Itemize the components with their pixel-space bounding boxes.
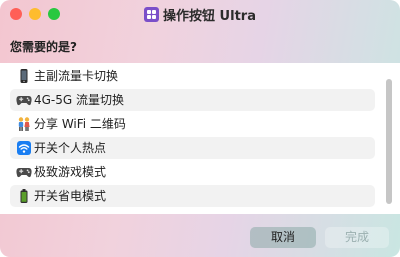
list-item-label: 极致游戏模式 — [34, 165, 107, 179]
gamepad-icon — [16, 96, 32, 106]
list-item-main-sub-card-switch[interactable]: 主副流量卡切换 — [10, 65, 375, 87]
window-title: 操作按钮 Ultra — [163, 9, 256, 24]
list-item-4g-5g-switch[interactable]: 4G-5G 流量切换 — [10, 89, 375, 111]
list-item-power-saving-toggle[interactable]: 开关省电模式 — [10, 185, 375, 207]
battery-icon — [20, 189, 28, 203]
people-icon — [18, 117, 30, 131]
done-button[interactable]: 完成 — [325, 227, 389, 248]
list-item-label: 开关个人热点 — [34, 141, 107, 155]
list-item-hotspot-toggle[interactable]: 开关个人热点 — [10, 137, 375, 159]
title-bar: 操作按钮 Ultra — [0, 0, 400, 28]
options-list[interactable]: 主副流量卡切换 4G-5G 流量切换 分享 WiFi 二维码 开关个人热点 极致… — [0, 63, 400, 214]
wifi-icon — [17, 141, 31, 155]
list-item-label: 开关省电模式 — [34, 189, 107, 203]
list-item-label: 分享 WiFi 二维码 — [34, 117, 126, 131]
cancel-button[interactable]: 取消 — [250, 227, 316, 248]
app-window: 操作按钮 Ultra 您需要的是? 主副流量卡切换 4G-5G 流量切换 分享 … — [0, 0, 400, 257]
list-item-share-wifi-qr[interactable]: 分享 WiFi 二维码 — [10, 113, 375, 135]
list-item-label: 主副流量卡切换 — [34, 69, 119, 83]
list-item-extreme-game-mode[interactable]: 极致游戏模式 — [10, 161, 375, 183]
window-title-group: 操作按钮 Ultra — [0, 5, 400, 24]
phone-icon — [20, 69, 28, 83]
list-item-label: 4G-5G 流量切换 — [34, 93, 125, 107]
gamepad-icon — [16, 168, 32, 178]
grid-app-icon — [144, 7, 160, 22]
list-scrollbar[interactable] — [386, 79, 392, 204]
prompt-label: 您需要的是? — [10, 40, 77, 54]
